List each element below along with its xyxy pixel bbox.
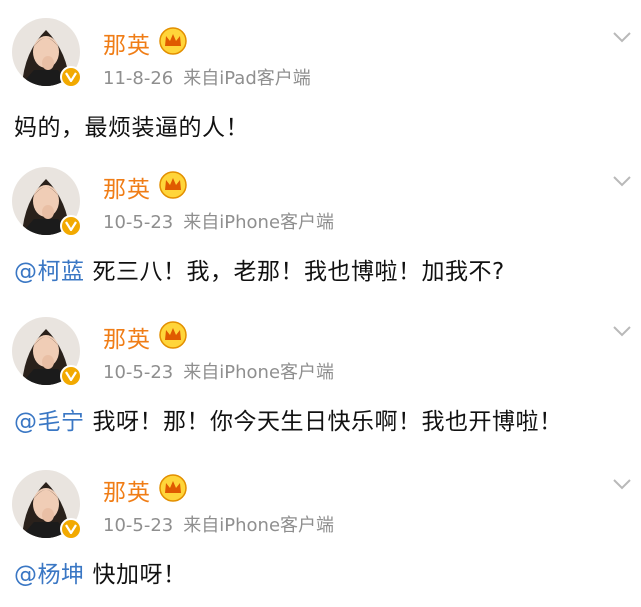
mention-link[interactable]: @柯蓝	[14, 259, 85, 285]
weibo-post: 那英 10-5-23 来自iPhone客户端 @柯蓝 死三八！我，老那！我也博啦！加…	[0, 152, 641, 303]
avatar[interactable]	[12, 167, 82, 237]
verified-v-icon	[60, 66, 82, 88]
chevron-down-icon[interactable]	[612, 174, 632, 188]
post-date: 11-8-26	[103, 68, 174, 89]
verified-v-icon	[60, 215, 82, 237]
post-source: 来自iPhone客户端	[183, 515, 335, 536]
mention-link[interactable]: @毛宁	[14, 409, 85, 435]
verified-v-icon	[60, 518, 82, 540]
post-date: 10-5-23	[103, 515, 174, 536]
user-name[interactable]: 那英	[103, 473, 151, 507]
post-text: @杨坤 快加呀！	[14, 555, 187, 589]
post-meta: 10-5-23 来自iPhone客户端	[103, 208, 334, 234]
crown-icon	[159, 321, 187, 349]
avatar[interactable]	[12, 317, 82, 387]
post-body: 妈的，最烦装逼的人！	[14, 115, 249, 141]
weibo-post: 那英 10-5-23 来自iPhone客户端 @杨坤 快加呀！	[0, 455, 641, 607]
crown-icon	[159, 474, 187, 502]
post-date: 10-5-23	[103, 212, 174, 233]
crown-icon	[159, 27, 187, 55]
chevron-down-icon[interactable]	[612, 477, 632, 491]
user-name[interactable]: 那英	[103, 320, 151, 354]
post-body: 快加呀！	[92, 562, 187, 588]
crown-icon	[159, 171, 187, 199]
chevron-down-icon[interactable]	[612, 30, 632, 44]
weibo-post: 那英 11-8-26 来自iPad客户端 妈的，最烦装逼的人！	[0, 0, 641, 153]
post-meta: 10-5-23 来自iPhone客户端	[103, 358, 334, 384]
chevron-down-icon[interactable]	[612, 324, 632, 338]
post-body: 死三八！我，老那！我也博啦！加我不?	[92, 259, 505, 285]
post-source: 来自iPad客户端	[183, 68, 311, 89]
post-text: @柯蓝 死三八！我，老那！我也博啦！加我不?	[14, 252, 505, 286]
weibo-post: 那英 10-5-23 来自iPhone客户端 @毛宁 我呀！那！你今天生日快乐啊！我…	[0, 302, 641, 456]
post-source: 来自iPhone客户端	[183, 362, 335, 383]
post-text: 妈的，最烦装逼的人！	[14, 108, 249, 142]
verified-v-icon	[60, 365, 82, 387]
post-text: @毛宁 我呀！那！你今天生日快乐啊！我也开博啦！	[14, 402, 563, 436]
post-date: 10-5-23	[103, 362, 174, 383]
avatar[interactable]	[12, 18, 82, 88]
avatar[interactable]	[12, 470, 82, 540]
user-name[interactable]: 那英	[103, 170, 151, 204]
post-body: 我呀！那！你今天生日快乐啊！我也开博啦！	[92, 409, 563, 435]
user-name[interactable]: 那英	[103, 26, 151, 60]
post-source: 来自iPhone客户端	[183, 212, 335, 233]
post-meta: 11-8-26 来自iPad客户端	[103, 64, 311, 90]
mention-link[interactable]: @杨坤	[14, 562, 85, 588]
post-meta: 10-5-23 来自iPhone客户端	[103, 511, 334, 537]
